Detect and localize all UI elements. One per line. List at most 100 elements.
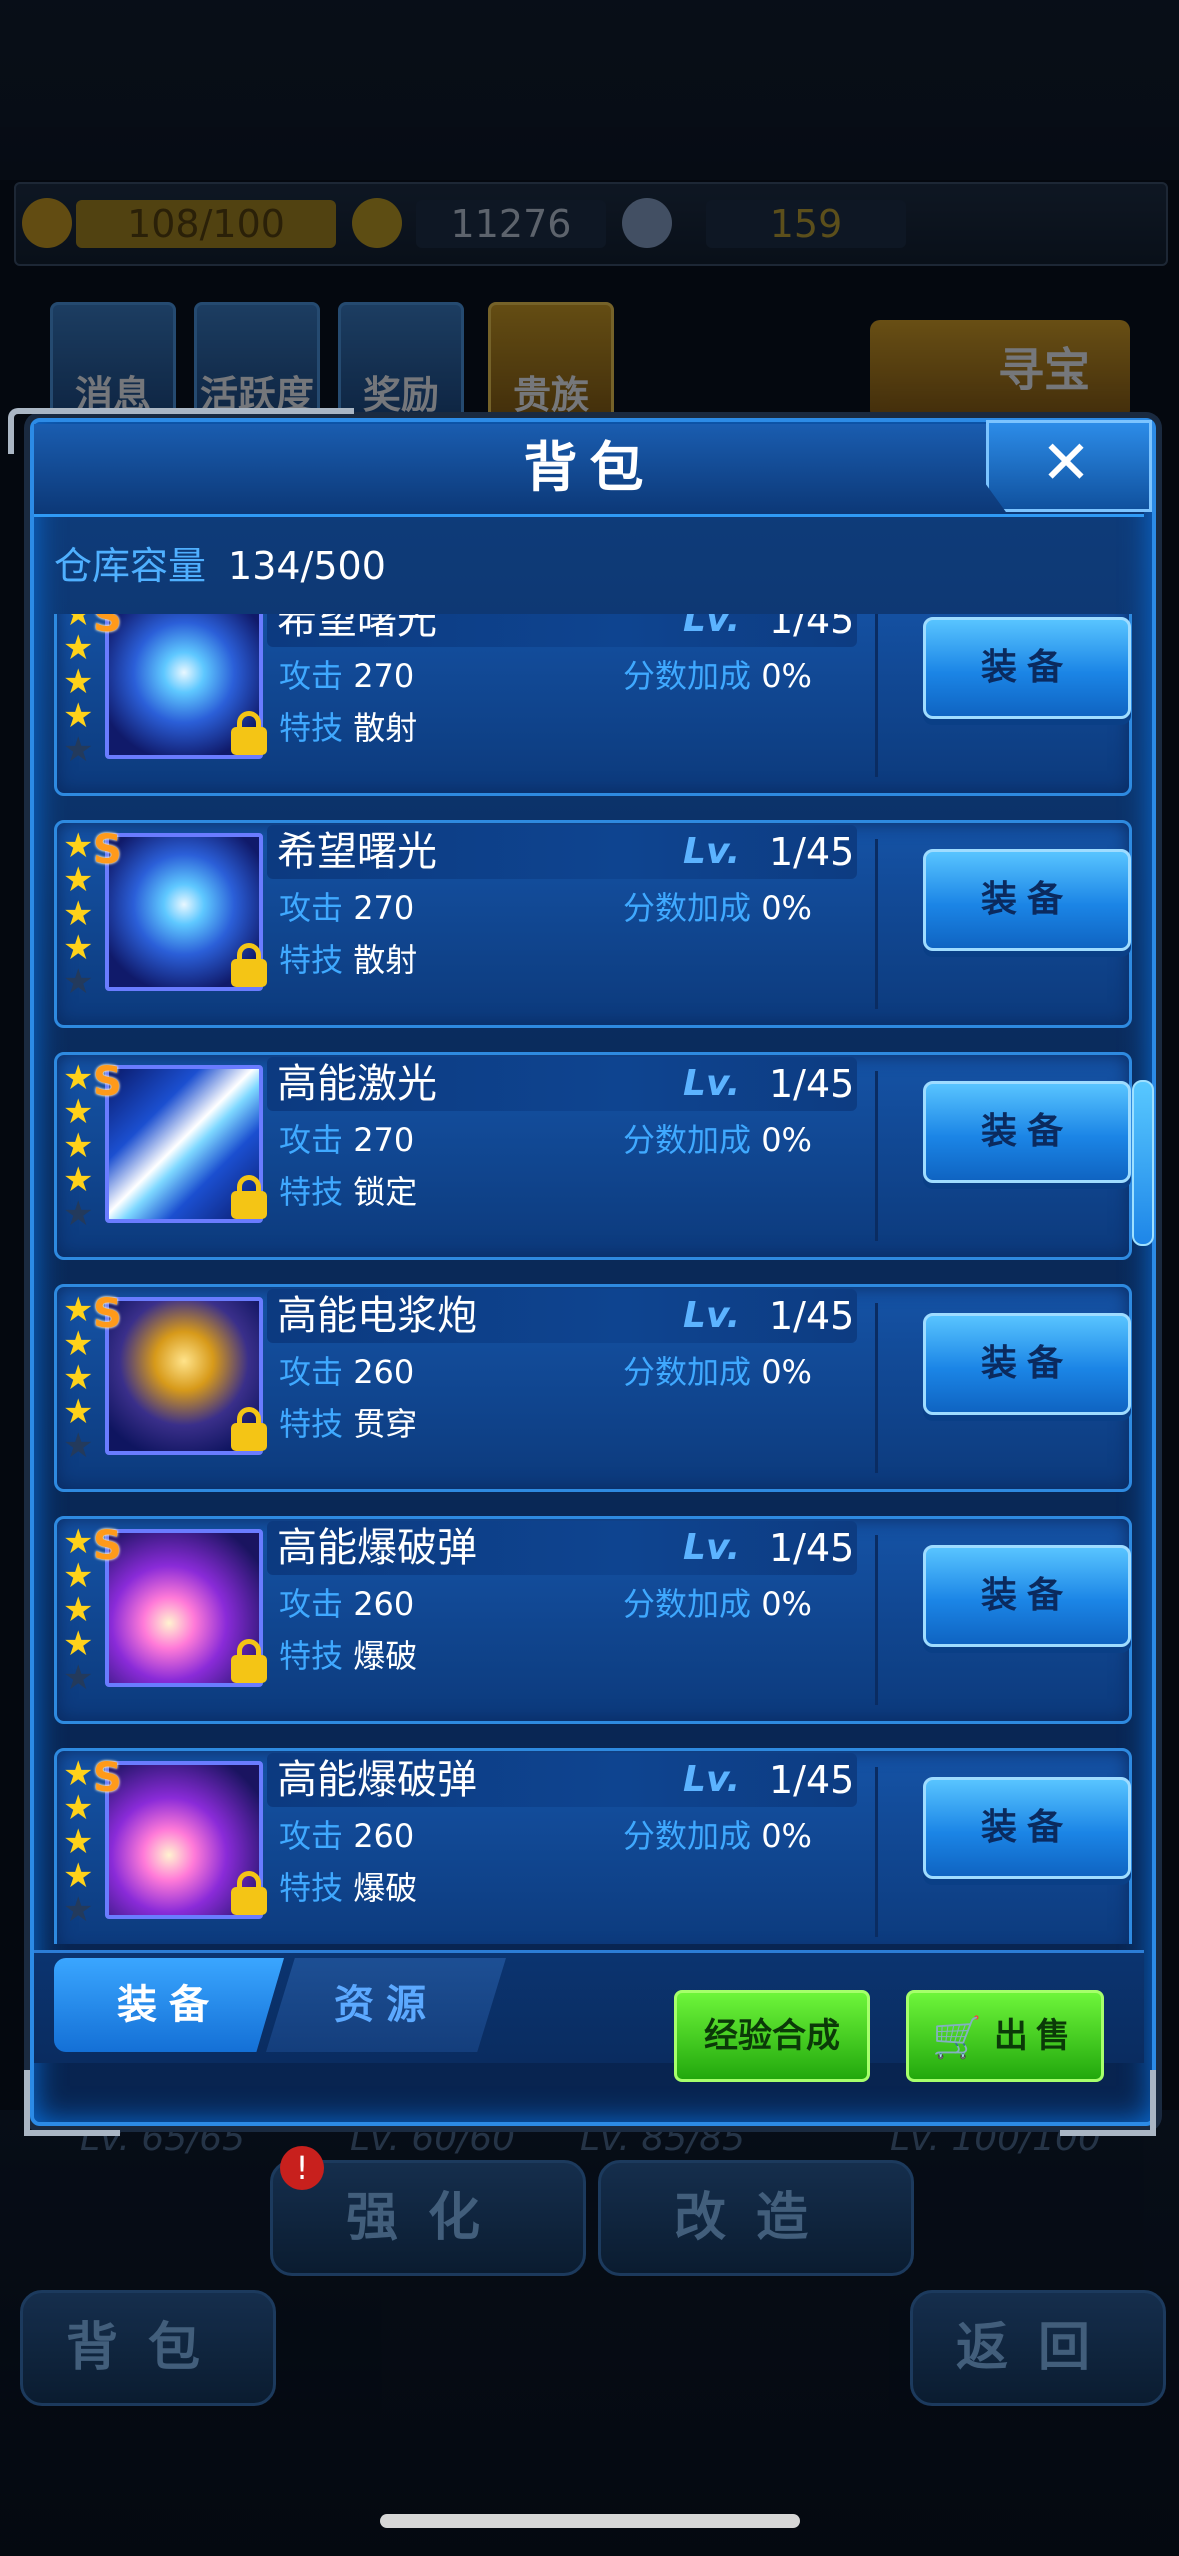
- item-divider: [875, 1071, 878, 1241]
- level-label: Lv.: [683, 1527, 741, 1568]
- star-icon: ★: [63, 1160, 94, 1200]
- star-icon: ★: [63, 1324, 94, 1364]
- skill-label: 特技: [279, 1405, 344, 1443]
- attack-value: 260: [353, 1817, 415, 1855]
- lock-icon: [231, 1639, 267, 1683]
- skill-value: 贯穿: [353, 1405, 418, 1443]
- item-name: 高能爆破弹: [277, 1525, 477, 1571]
- attack-value: 260: [353, 1353, 415, 1391]
- level-value: 1/45: [769, 830, 855, 874]
- skill-label: 特技: [279, 1173, 344, 1211]
- bonus-label: 分数加成: [623, 1817, 752, 1855]
- star-icon: ★: [63, 1556, 94, 1596]
- level-label: Lv.: [683, 1063, 741, 1104]
- star-icon: ★: [63, 1624, 94, 1664]
- equip-button[interactable]: 装备: [923, 617, 1131, 719]
- level-value: 1/45: [769, 1526, 855, 1570]
- star-icon: ★: [63, 1358, 94, 1398]
- exp-synthesis-button[interactable]: 经验合成: [674, 1990, 870, 2082]
- level-value: 1/45: [769, 1062, 855, 1106]
- frame-corner-bottom-left: [24, 2070, 120, 2136]
- star-icon: ★: [63, 1856, 94, 1896]
- attack-label: 攻击: [279, 657, 344, 695]
- star-icon: ★: [63, 1126, 94, 1166]
- equip-button[interactable]: 装备: [923, 849, 1131, 951]
- star-icon: ★: [63, 1822, 94, 1862]
- level-value: 1/45: [769, 1758, 855, 1802]
- close-icon[interactable]: ✕: [986, 420, 1146, 506]
- bonus-value: 0%: [761, 1353, 812, 1391]
- level-label: Lv.: [683, 1759, 741, 1800]
- level-label: Lv.: [683, 1295, 741, 1336]
- bonus-value: 0%: [761, 1817, 812, 1855]
- star-empty-icon: ★: [63, 1194, 94, 1234]
- star-icon: ★: [63, 1092, 94, 1132]
- star-icon: ★: [63, 1058, 94, 1098]
- star-icon: ★: [63, 1392, 94, 1432]
- equip-button[interactable]: 装备: [923, 1081, 1131, 1183]
- star-empty-icon: ★: [63, 1658, 94, 1698]
- bonus-value: 0%: [761, 889, 812, 927]
- star-icon: ★: [63, 826, 94, 866]
- star-icon: ★: [63, 1290, 94, 1330]
- list-item[interactable]: ★ ★ ★ ★ ★ S 希望曙光 Lv. 1/45 攻击 270 分数加成 0% 特技 …: [54, 614, 1132, 796]
- bonus-label: 分数加成: [623, 889, 752, 927]
- attack-value: 270: [353, 1121, 415, 1159]
- attack-label: 攻击: [279, 1585, 344, 1623]
- star-icon: ★: [63, 860, 94, 900]
- star-icon: ★: [63, 696, 94, 736]
- grade-badge: S: [93, 1755, 122, 1801]
- item-name: 高能爆破弹: [277, 1757, 477, 1803]
- star-icon: ★: [63, 1788, 94, 1828]
- lock-icon: [231, 1175, 267, 1219]
- warehouse-capacity: 仓库容量 134/500: [54, 536, 386, 596]
- alert-badge: !: [280, 2146, 324, 2190]
- skill-label: 特技: [279, 941, 344, 979]
- energy-icon: [22, 198, 72, 248]
- grade-badge: S: [93, 614, 122, 641]
- list-item[interactable]: ★ ★ ★ ★ ★ S 高能爆破弹 Lv. 1/45 攻击 260 分数加成 0% 特技…: [54, 1516, 1132, 1724]
- skill-value: 散射: [353, 709, 418, 747]
- skill-value: 锁定: [353, 1173, 418, 1211]
- attack-label: 攻击: [279, 1353, 344, 1391]
- background-header: [0, 0, 1179, 180]
- grade-badge: S: [93, 1059, 122, 1105]
- level-value: 1/45: [769, 614, 855, 642]
- item-name: 高能电浆炮: [277, 1293, 477, 1339]
- item-name: 高能激光: [277, 1061, 437, 1107]
- level-value: 1/45: [769, 1294, 855, 1338]
- rewards-button: 奖励: [338, 302, 464, 428]
- level-label: Lv.: [683, 614, 741, 640]
- item-divider: [875, 1535, 878, 1705]
- item-divider: [875, 1303, 878, 1473]
- grade-badge: S: [93, 827, 122, 873]
- attack-label: 攻击: [279, 889, 344, 927]
- grade-badge: S: [93, 1523, 122, 1569]
- list-item[interactable]: ★ ★ ★ ★ ★ S 高能激光 Lv. 1/45 攻击 270 分数加成 0% 特技 …: [54, 1052, 1132, 1260]
- list-item[interactable]: ★ ★ ★ ★ ★ S 高能电浆炮 Lv. 1/45 攻击 260 分数加成 0% 特技…: [54, 1284, 1132, 1492]
- item-divider: [875, 614, 878, 777]
- equip-button[interactable]: 装备: [923, 1545, 1131, 1647]
- home-indicator[interactable]: [380, 2514, 800, 2528]
- tab-resources[interactable]: 资源: [266, 1958, 506, 2052]
- attack-label: 攻击: [279, 1817, 344, 1855]
- modify-button: 改造: [598, 2160, 914, 2276]
- equip-button[interactable]: 装备: [923, 1313, 1131, 1415]
- list-item[interactable]: ★ ★ ★ ★ ★ S 希望曙光 Lv. 1/45 攻击 270 分数加成 0% 特技 …: [54, 820, 1132, 1028]
- list-scrollbar[interactable]: [1132, 1080, 1154, 1246]
- bonus-value: 0%: [761, 657, 812, 695]
- equipment-list[interactable]: ★ ★ ★ ★ ★ S 希望曙光 Lv. 1/45 攻击 270 分数加成 0% 特技 …: [30, 614, 1148, 1944]
- sell-label: 出售: [993, 2016, 1078, 2056]
- equip-button[interactable]: 装备: [923, 1777, 1131, 1879]
- list-item[interactable]: ★ ★ ★ ★ ★ S 高能爆破弹 Lv. 1/45 攻击 260 分数加成 0% 特技…: [54, 1748, 1132, 1944]
- lock-icon: [231, 1871, 267, 1915]
- cart-icon: 🛒: [932, 2014, 990, 2061]
- tab-equipment[interactable]: 装备: [54, 1958, 284, 2052]
- energy-value: 108/100: [76, 200, 336, 248]
- bonus-label: 分数加成: [623, 657, 752, 695]
- skill-value: 爆破: [353, 1637, 418, 1675]
- coin-value: 11276: [416, 200, 606, 248]
- gem-value: 159: [706, 200, 906, 248]
- sell-button[interactable]: 🛒 出售: [906, 1990, 1104, 2082]
- bonus-label: 分数加成: [623, 1353, 752, 1391]
